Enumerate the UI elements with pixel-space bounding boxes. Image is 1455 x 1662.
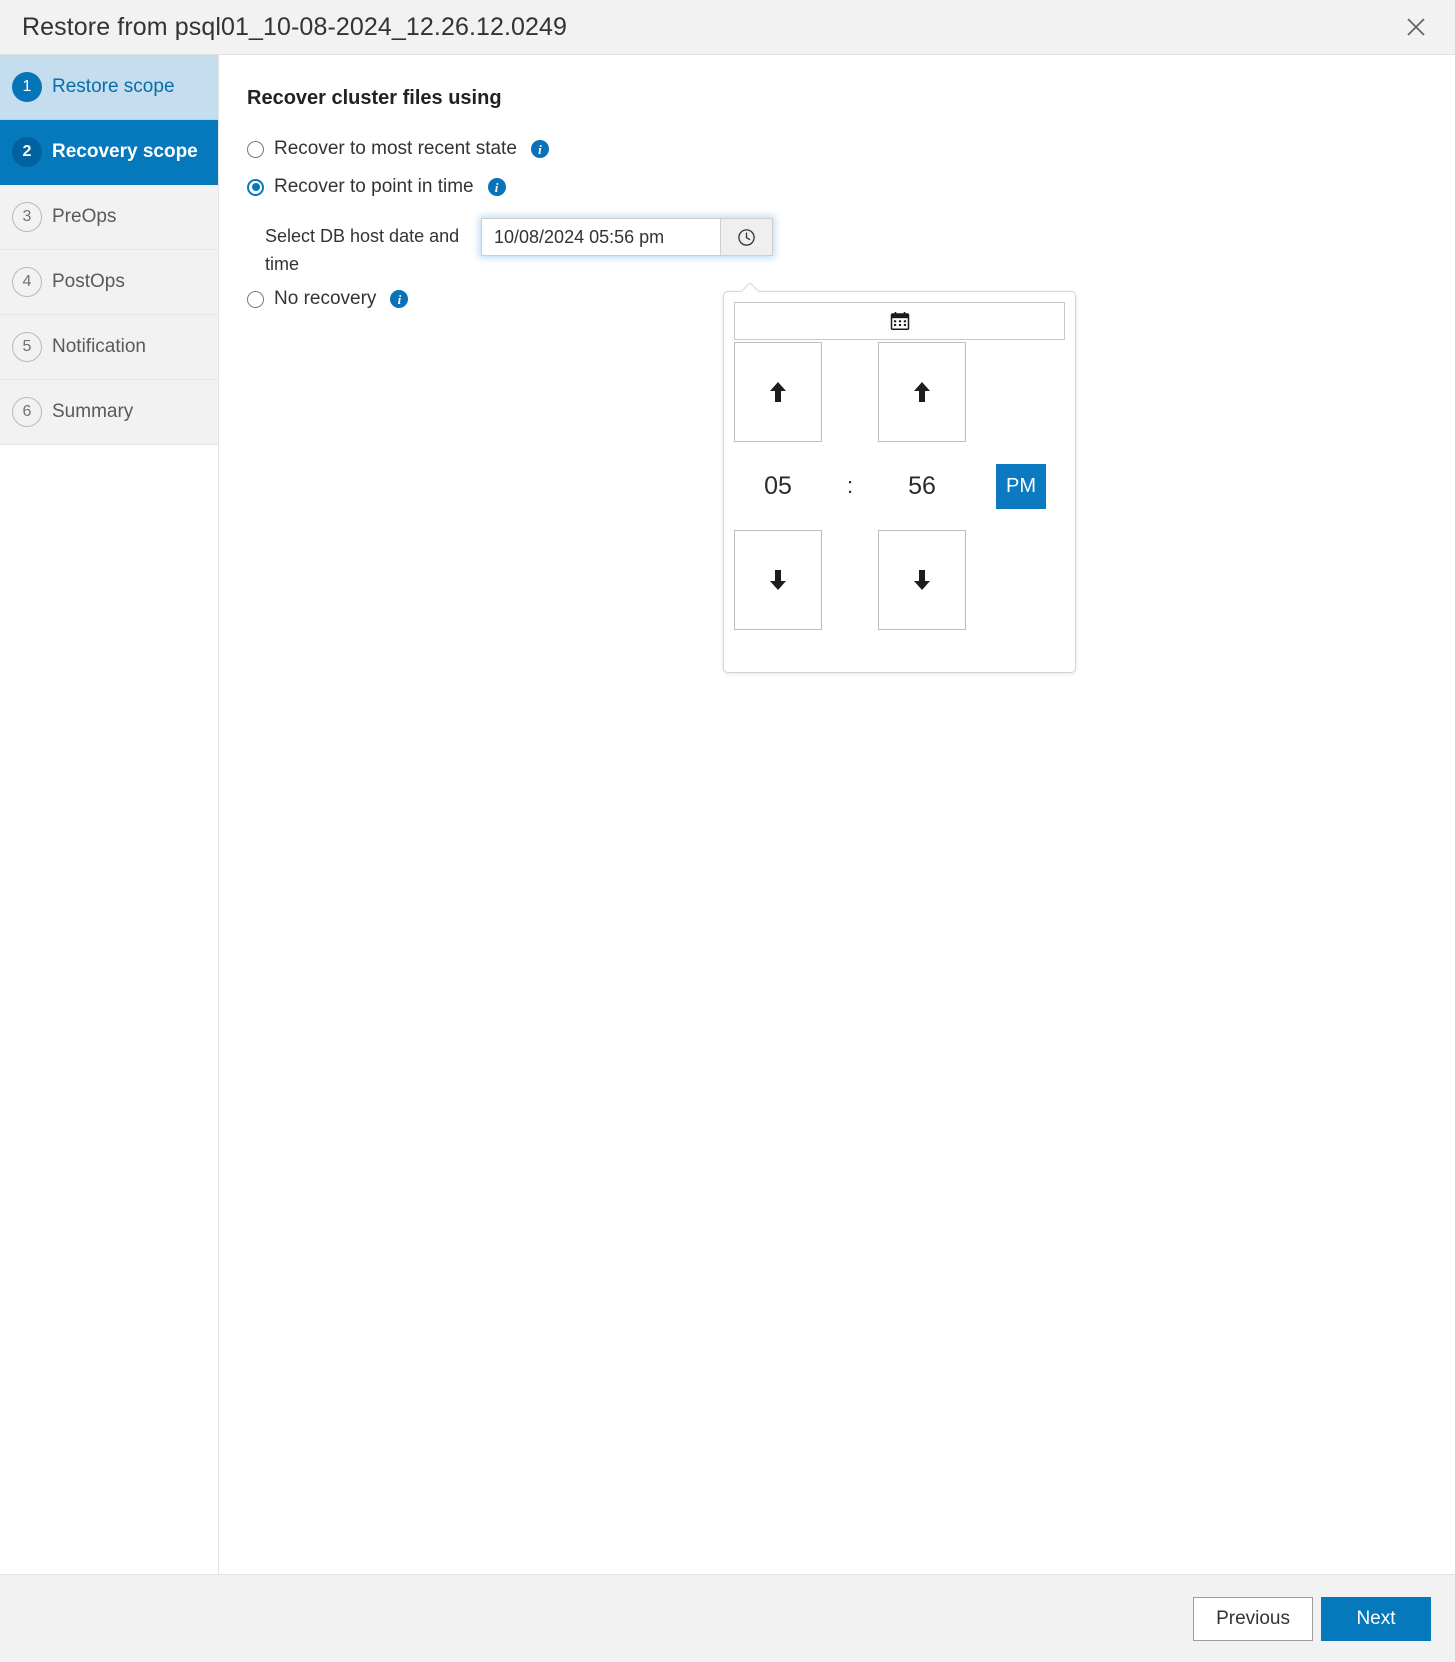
- datetime-input[interactable]: [481, 218, 721, 256]
- sidebar-item-notification[interactable]: 5 Notification: [0, 315, 218, 380]
- minute-decrement-button[interactable]: [878, 530, 966, 630]
- minute-value: 56: [908, 471, 936, 500]
- option-recover-point-in-time[interactable]: Recover to point in time i: [247, 172, 1455, 202]
- hour-decrement-button[interactable]: [734, 530, 822, 630]
- time-spinner-up-row: [734, 342, 1065, 442]
- sidebar-item-preops[interactable]: 3 PreOps: [0, 185, 218, 250]
- dialog-titlebar: Restore from psql01_10-08-2024_12.26.12.…: [0, 0, 1455, 55]
- option-recover-most-recent-state[interactable]: Recover to most recent state i: [247, 134, 1455, 164]
- dialog-body: 1 Restore scope 2 Recovery scope 3 PreOp…: [0, 55, 1455, 1574]
- step-number-badge: 4: [12, 267, 42, 297]
- option-label: Recover to most recent state: [274, 138, 517, 159]
- step-number-badge: 6: [12, 397, 42, 427]
- radio-recover-point-in-time[interactable]: [247, 178, 264, 196]
- sidebar-item-restore-scope[interactable]: 1 Restore scope: [0, 55, 218, 120]
- wizard-step-sidebar: 1 Restore scope 2 Recovery scope 3 PreOp…: [0, 55, 219, 1574]
- step-number-badge: 3: [12, 202, 42, 232]
- next-button[interactable]: Next: [1321, 1596, 1431, 1641]
- hour-value: 05: [764, 471, 792, 500]
- sidebar-item-label: Recovery scope: [52, 141, 198, 162]
- datetime-input-group: [481, 218, 773, 256]
- option-label: Recover to point in time: [274, 176, 474, 197]
- sidebar-item-summary[interactable]: 6 Summary: [0, 380, 218, 445]
- time-separator: :: [846, 473, 854, 498]
- recovery-scope-panel: Recover cluster files using Recover to m…: [219, 55, 1455, 1574]
- hour-increment-button[interactable]: [734, 342, 822, 442]
- datetime-field-row: Select DB host date and time: [265, 212, 1455, 278]
- step-number-badge: 5: [12, 332, 42, 362]
- sidebar-item-label: Summary: [52, 401, 134, 422]
- page-title: Recover cluster files using: [247, 87, 502, 109]
- sidebar-item-label: PostOps: [52, 271, 125, 292]
- info-icon[interactable]: i: [390, 290, 409, 308]
- popup-caret: [742, 283, 758, 292]
- minute-increment-button[interactable]: [878, 342, 966, 442]
- step-number-badge: 2: [12, 137, 42, 167]
- time-spinner-grid: 05 : 56 PM: [734, 342, 1065, 630]
- close-icon[interactable]: [1393, 4, 1439, 50]
- time-spinner-down-row: [734, 530, 1065, 630]
- radio-no-recovery[interactable]: [247, 290, 264, 308]
- time-picker-popup: 05 : 56 PM: [723, 291, 1076, 673]
- clock-icon[interactable]: [721, 218, 773, 256]
- restore-wizard-dialog: Restore from psql01_10-08-2024_12.26.12.…: [0, 0, 1455, 1662]
- sidebar-item-postops[interactable]: 4 PostOps: [0, 250, 218, 315]
- sidebar-item-recovery-scope[interactable]: 2 Recovery scope: [0, 120, 218, 185]
- info-icon[interactable]: i: [530, 140, 549, 158]
- calendar-icon[interactable]: [734, 302, 1065, 340]
- step-number-badge: 1: [12, 72, 42, 102]
- datetime-field-label: Select DB host date and time: [265, 226, 460, 274]
- sidebar-item-label: Notification: [52, 336, 146, 357]
- meridiem-toggle-button[interactable]: PM: [996, 463, 1046, 509]
- radio-recover-most-recent-state[interactable]: [247, 140, 264, 158]
- sidebar-item-label: Restore scope: [52, 76, 175, 97]
- option-label: No recovery: [274, 288, 377, 309]
- sidebar-item-label: PreOps: [52, 206, 117, 227]
- previous-button[interactable]: Previous: [1193, 1596, 1313, 1641]
- time-value-row: 05 : 56 PM: [734, 442, 1065, 530]
- dialog-title: Restore from psql01_10-08-2024_12.26.12.…: [22, 12, 568, 41]
- info-icon[interactable]: i: [487, 178, 506, 196]
- dialog-footer: Previous Next: [0, 1574, 1455, 1662]
